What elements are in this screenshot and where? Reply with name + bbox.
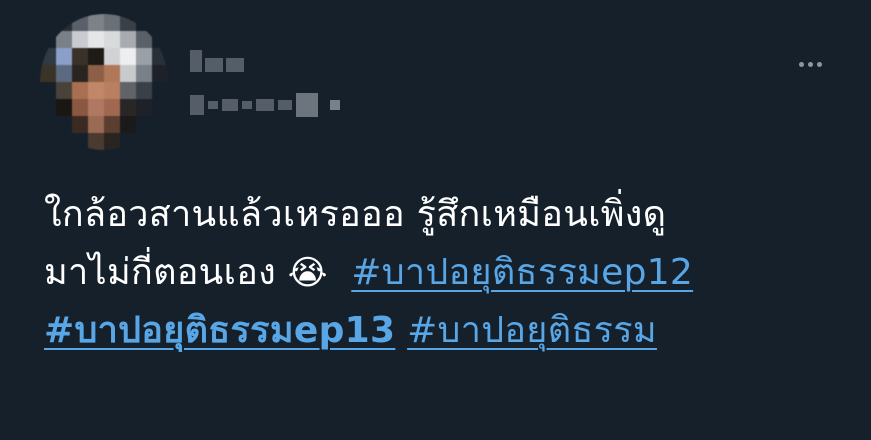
tweet-text: ใกล้อวสานแล้วเหรอออ รู้สึกเหมือนเพิ่งดู … [44, 186, 834, 360]
username-redacted[interactable] [190, 92, 370, 118]
tweet: ใกล้อวสานแล้วเหรอออ รู้สึกเหมือนเพิ่งดู … [0, 0, 871, 440]
tweet-text-line1: ใกล้อวสานแล้วเหรอออ รู้สึกเหมือนเพิ่งดู [44, 194, 667, 235]
display-name-redacted[interactable] [190, 50, 250, 76]
tweet-text-line2: มาไม่กี่ตอนเอง [44, 252, 288, 293]
more-horizontal-icon[interactable] [790, 52, 830, 76]
hashtag-main-link[interactable]: #บาปอยุติธรรม [407, 310, 657, 351]
hashtag-ep13-link[interactable]: #บาปอยุติธรรมep13 [44, 310, 395, 351]
hashtag-ep12-link[interactable]: #บาปอยุติธรรมep12 [351, 252, 693, 293]
avatar[interactable] [40, 14, 168, 150]
loudly-crying-face-emoji: 😭 [287, 253, 328, 293]
